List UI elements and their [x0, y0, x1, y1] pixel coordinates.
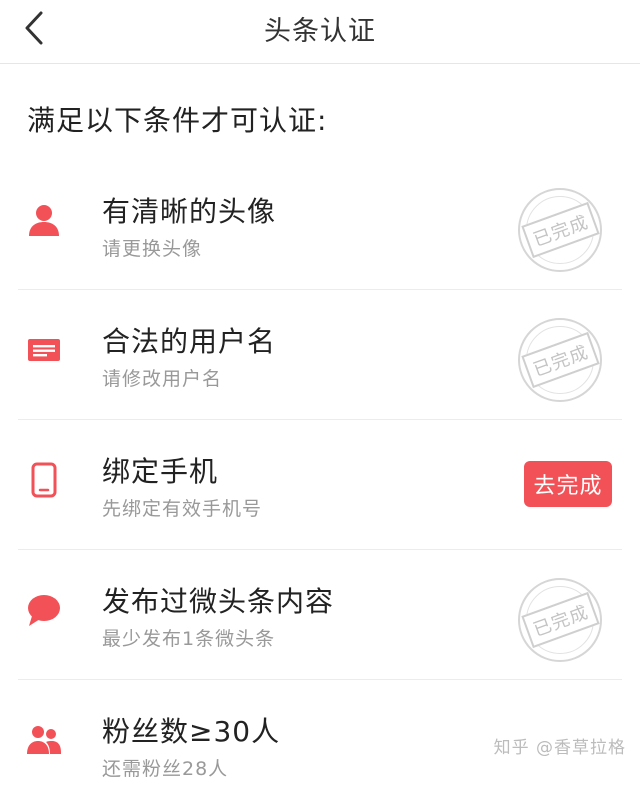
- condition-list: 有清晰的头像 请更换头像 已完成 合法的用户名 请修改用户名 已完成 绑定手机 …: [0, 160, 640, 809]
- completed-stamp-label: 已完成: [520, 201, 600, 259]
- condition-subtitle: 请更换头像: [102, 238, 203, 260]
- page-title: 头条认证: [264, 16, 376, 47]
- completed-stamp: 已完成: [518, 578, 602, 662]
- person-icon: [26, 202, 62, 238]
- completed-stamp-label: 已完成: [520, 331, 600, 389]
- condition-title: 有清晰的头像: [102, 195, 277, 228]
- condition-username: 合法的用户名 请修改用户名 已完成: [18, 290, 622, 420]
- requirements-intro: 满足以下条件才可认证:: [27, 104, 328, 137]
- phone-icon: [26, 462, 62, 498]
- id-card-icon: [26, 332, 62, 368]
- condition-subtitle: 还需粉丝28人: [102, 758, 229, 780]
- people-icon: [26, 722, 62, 758]
- condition-avatar: 有清晰的头像 请更换头像 已完成: [18, 160, 622, 290]
- completed-stamp: 已完成: [518, 188, 602, 272]
- condition-subtitle: 请修改用户名: [102, 368, 223, 390]
- condition-title: 发布过微头条内容: [102, 585, 335, 618]
- complete-action-button[interactable]: 去完成: [524, 461, 612, 507]
- navigation-bar: 头条认证: [0, 0, 640, 64]
- completed-stamp-label: 已完成: [520, 591, 600, 649]
- speech-bubble-icon: [26, 592, 62, 628]
- completed-stamp: 已完成: [518, 318, 602, 402]
- condition-post: 发布过微头条内容 最少发布1条微头条 已完成: [18, 550, 622, 680]
- condition-title: 粉丝数≥30人: [102, 715, 281, 748]
- condition-title: 绑定手机: [102, 455, 219, 488]
- condition-subtitle: 最少发布1条微头条: [102, 628, 276, 650]
- condition-subtitle: 先绑定有效手机号: [102, 498, 263, 520]
- condition-title: 合法的用户名: [102, 325, 277, 358]
- watermark: 知乎 @香草拉格: [493, 738, 626, 758]
- condition-phone: 绑定手机 先绑定有效手机号 去完成: [18, 420, 622, 550]
